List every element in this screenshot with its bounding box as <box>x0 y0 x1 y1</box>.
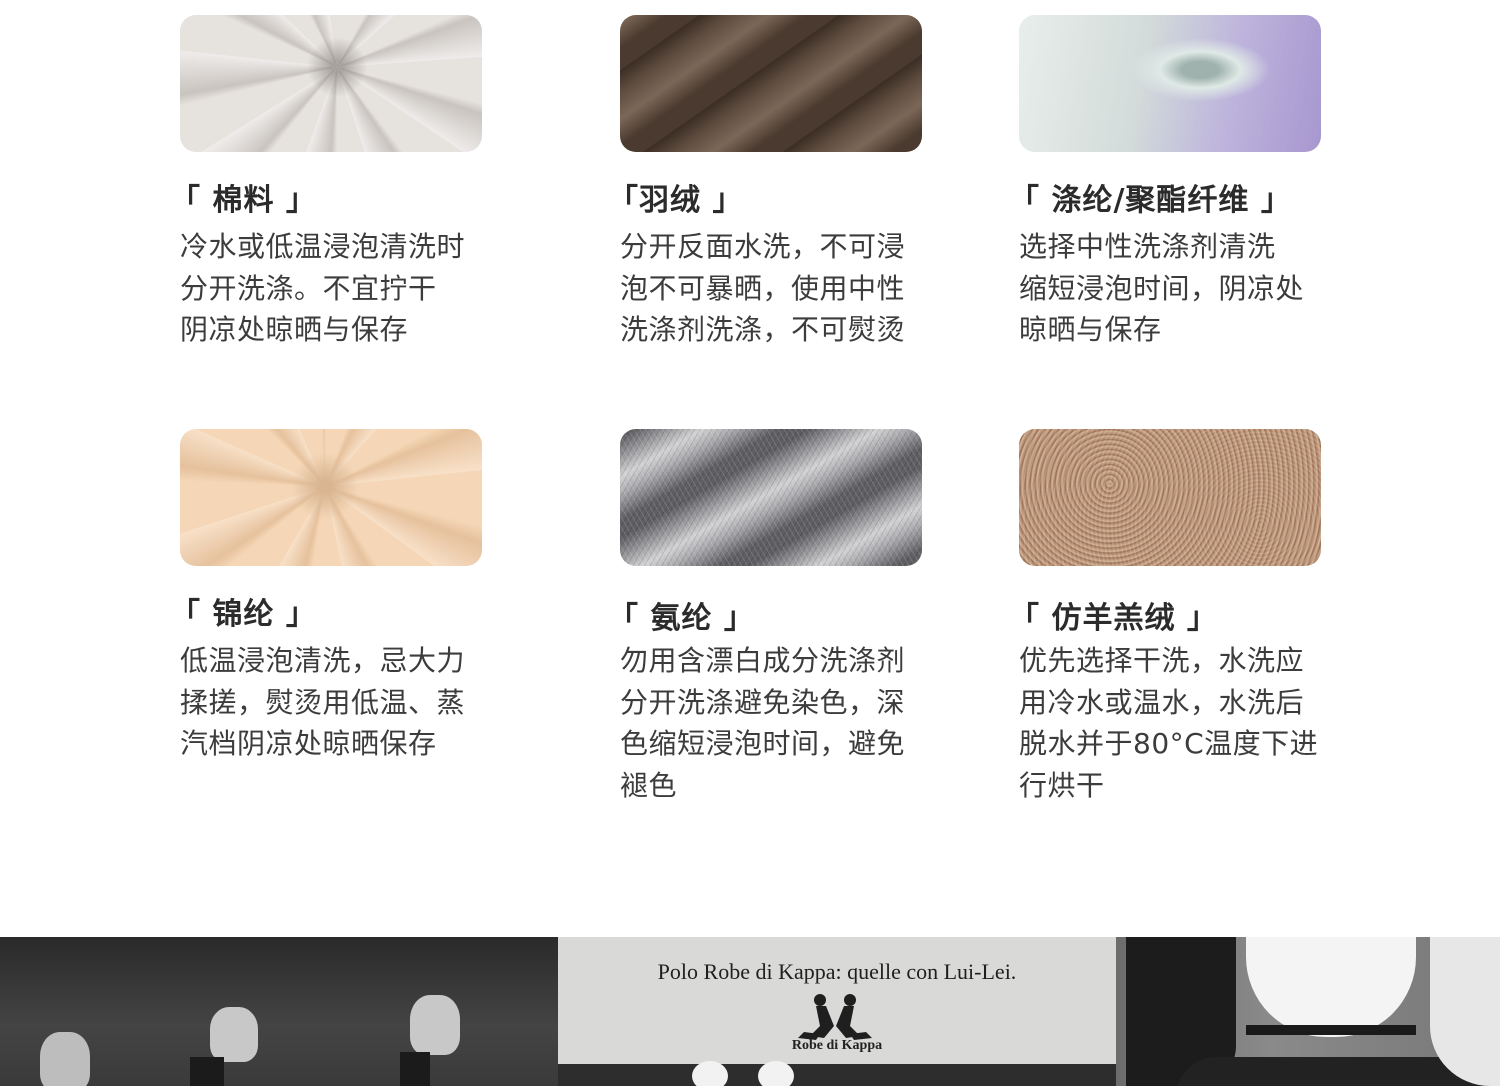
nylon-fabric-image <box>180 429 482 566</box>
polyester-fabric-image <box>1019 15 1321 152</box>
material-desc-polyester: 选择中性洗涤剂清洗 缩短浸泡时间，阴凉处 晾晒与保存 <box>1019 230 1305 346</box>
material-desc-cashmere: 优先选择干洗，水洗应 用冷水或温水，水洗后 脱水并于80°C温度下进 行烘干 <box>1019 644 1319 802</box>
material-title-nylon: 「 锦纶 」 <box>170 597 317 632</box>
material-card-nylon <box>170 429 482 566</box>
banner-photo-hands <box>0 937 558 1086</box>
material-card-down <box>610 15 922 152</box>
cashmere-fabric-image <box>1019 429 1321 566</box>
spandex-fabric-image <box>620 429 922 566</box>
material-title-spandex: 「 氨纶 」 <box>608 601 755 636</box>
material-title-polyester: 「 涤纶/聚酯纤维 」 <box>1009 183 1292 218</box>
material-card-cashmere <box>1009 429 1321 566</box>
down-fabric-image <box>620 15 922 152</box>
kappa-logo-text: Robe di Kappa <box>791 1038 883 1053</box>
banner-kappa-poster: Polo Robe di Kappa: quelle con Lui-Lei. … <box>558 937 1116 1086</box>
brand-banner: Polo Robe di Kappa: quelle con Lui-Lei. … <box>0 937 1500 1086</box>
poster-headline: Polo Robe di Kappa: quelle con Lui-Lei. <box>657 959 1017 984</box>
material-desc-down: 分开反面水洗，不可浸 泡不可暴晒，使用中性 洗涤剂洗涤，不可熨烫 <box>620 230 906 346</box>
material-card-spandex <box>610 429 922 566</box>
banner-photo-model <box>1116 937 1500 1086</box>
material-title-cashmere: 「 仿羊羔绒 」 <box>1009 601 1218 636</box>
material-card-polyester <box>1009 15 1321 152</box>
material-card-cotton <box>170 15 482 152</box>
poster-photo-strip <box>558 1061 1116 1086</box>
cotton-fabric-image <box>180 15 482 152</box>
material-desc-cotton: 冷水或低温浸泡清洗时 分开洗涤。不宜拧干 阴凉处晾晒与保存 <box>180 230 466 346</box>
material-title-cotton: 「 棉料 」 <box>170 183 317 218</box>
material-desc-spandex: 勿用含漂白成分洗涤剂 分开洗涤避免染色，深 色缩短浸泡时间，避免 褪色 <box>620 644 906 802</box>
material-desc-nylon: 低温浸泡清洗，忌大力 揉搓，熨烫用低温、蒸 汽档阴凉处晾晒保存 <box>180 644 466 760</box>
material-title-down: 「羽绒 」 <box>608 183 744 218</box>
